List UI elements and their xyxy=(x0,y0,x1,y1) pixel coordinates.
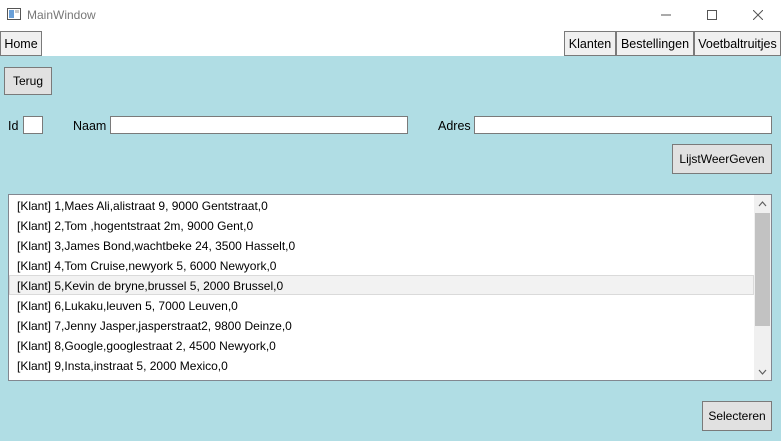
list-item-highlighted[interactable]: [Klant] 5,Kevin de bryne,brussel 5, 2000… xyxy=(9,275,754,295)
list-item[interactable]: [Klant] 3,James Bond,wachtbeke 24, 3500 … xyxy=(9,235,754,255)
close-button[interactable] xyxy=(735,0,781,30)
vertical-scrollbar[interactable] xyxy=(754,195,771,380)
maximize-button[interactable] xyxy=(689,0,735,30)
maximize-icon xyxy=(707,10,717,20)
list-item[interactable]: [Klant] 8,Google,googlestraat 2, 4500 Ne… xyxy=(9,335,754,355)
list-item[interactable]: [Klant] 9,Insta,instraat 5, 2000 Mexico,… xyxy=(9,355,754,375)
naam-label: Naam xyxy=(73,119,107,133)
chevron-down-icon xyxy=(758,369,767,375)
tab-bestellingen[interactable]: Bestellingen xyxy=(616,31,694,56)
chevron-up-icon xyxy=(758,200,767,206)
adres-label: Adres xyxy=(438,119,471,133)
list-item[interactable]: [Klant] 2,Tom ,hogentstraat 2m, 9000 Gen… xyxy=(9,215,754,235)
scroll-up-button[interactable] xyxy=(754,195,771,212)
tab-bar: Home Klanten Bestellingen Voetbaltruitje… xyxy=(0,30,781,56)
close-icon xyxy=(753,10,763,20)
main-content: Home Klanten Bestellingen Voetbaltruitje… xyxy=(0,30,781,441)
app-window-icon xyxy=(7,8,21,20)
window-title: MainWindow xyxy=(27,8,96,22)
selecteren-button[interactable]: Selecteren xyxy=(702,401,772,431)
list-item[interactable]: [Klant] 6,Lukaku,leuven 5, 7000 Leuven,0 xyxy=(9,295,754,315)
list-items: [Klant] 1,Maes Ali,alistraat 9, 9000 Gen… xyxy=(9,195,754,375)
terug-button[interactable]: Terug xyxy=(4,67,52,95)
minimize-icon xyxy=(661,14,671,16)
scroll-down-button[interactable] xyxy=(754,363,771,380)
tab-home[interactable]: Home xyxy=(0,31,42,56)
lijst-weer-geven-button[interactable]: LijstWeerGeven xyxy=(672,144,772,174)
list-item[interactable]: [Klant] 4,Tom Cruise,newyork 5, 6000 New… xyxy=(9,255,754,275)
id-label: Id xyxy=(8,119,19,133)
naam-input[interactable] xyxy=(110,116,408,134)
klanten-listbox[interactable]: [Klant] 1,Maes Ali,alistraat 9, 9000 Gen… xyxy=(8,194,772,381)
tab-voetbaltruitjes[interactable]: Voetbaltruitjes xyxy=(694,31,781,56)
list-item[interactable]: [Klant] 1,Maes Ali,alistraat 9, 9000 Gen… xyxy=(9,195,754,215)
adres-input[interactable] xyxy=(474,116,772,134)
scroll-thumb[interactable] xyxy=(755,213,770,326)
title-bar: MainWindow xyxy=(0,0,781,30)
list-item[interactable]: [Klant] 7,Jenny Jasper,jasperstraat2, 98… xyxy=(9,315,754,335)
id-input[interactable] xyxy=(23,116,43,134)
minimize-button[interactable] xyxy=(643,0,689,30)
tab-klanten[interactable]: Klanten xyxy=(564,31,616,56)
